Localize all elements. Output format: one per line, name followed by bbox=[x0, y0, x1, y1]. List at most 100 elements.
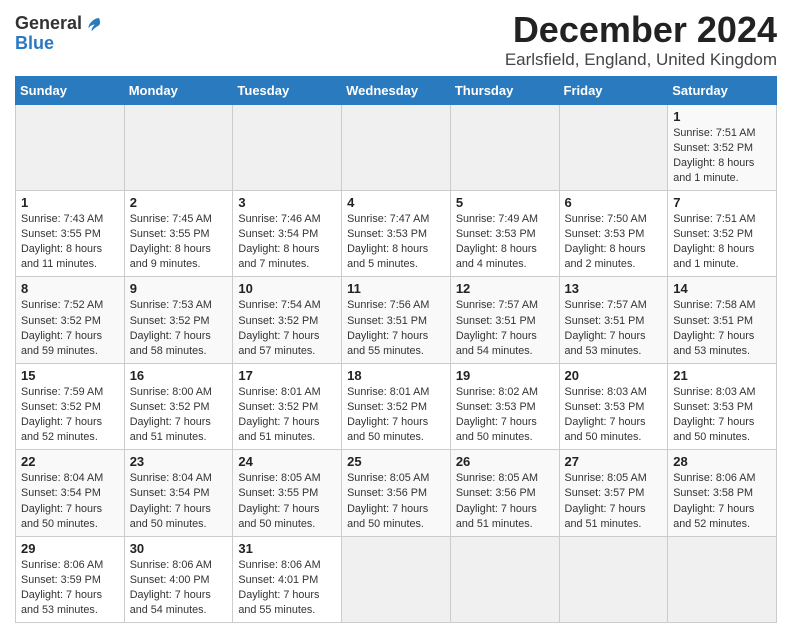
day-info: Sunrise: 8:04 AMSunset: 3:54 PMDaylight:… bbox=[21, 471, 119, 531]
day-info: Sunrise: 8:06 AMSunset: 4:00 PMDaylight:… bbox=[130, 558, 228, 618]
day-number: 8 bbox=[21, 281, 119, 296]
day-number: 1 bbox=[21, 195, 119, 210]
day-number: 1 bbox=[673, 109, 771, 124]
day-number: 11 bbox=[347, 281, 445, 296]
calendar-day-cell: 8 Sunrise: 7:52 AMSunset: 3:52 PMDaylight… bbox=[16, 277, 125, 363]
calendar-day-cell bbox=[450, 104, 559, 190]
calendar-day-cell: 25 Sunrise: 8:05 AMSunset: 3:56 PMDayligh… bbox=[342, 450, 451, 536]
day-number: 14 bbox=[673, 281, 771, 296]
title-area: December 2024 Earlsfield, England, Unite… bbox=[505, 10, 777, 70]
page-subtitle: Earlsfield, England, United Kingdom bbox=[505, 50, 777, 70]
calendar-day-cell: 29Sunrise: 8:06 AMSunset: 3:59 PMDayligh… bbox=[16, 536, 125, 622]
calendar-header-saturday: Saturday bbox=[668, 76, 777, 104]
calendar-day-cell bbox=[342, 536, 451, 622]
calendar-header-tuesday: Tuesday bbox=[233, 76, 342, 104]
day-number: 2 bbox=[130, 195, 228, 210]
header: General Blue December 2024 Earlsfield, E… bbox=[15, 10, 777, 70]
calendar-day-cell: 3Sunrise: 7:46 AMSunset: 3:54 PMDaylight… bbox=[233, 191, 342, 277]
day-number: 7 bbox=[673, 195, 771, 210]
calendar-day-cell: 1 Sunrise: 7:43 AMSunset: 3:55 PMDaylight… bbox=[16, 191, 125, 277]
calendar-header-wednesday: Wednesday bbox=[342, 76, 451, 104]
day-number: 6 bbox=[565, 195, 663, 210]
logo: General Blue bbox=[15, 14, 102, 54]
day-number: 17 bbox=[238, 368, 336, 383]
calendar-day-cell: 6 Sunrise: 7:50 AMSunset: 3:53 PMDaylight… bbox=[559, 191, 668, 277]
calendar-day-cell: 4Sunrise: 7:47 AMSunset: 3:53 PMDaylight… bbox=[342, 191, 451, 277]
day-number: 13 bbox=[565, 281, 663, 296]
calendar-week-row: 1 Sunrise: 7:43 AMSunset: 3:55 PMDaylight… bbox=[16, 191, 777, 277]
calendar-day-cell: 2 Sunrise: 7:45 AMSunset: 3:55 PMDaylight… bbox=[124, 191, 233, 277]
day-info: Sunrise: 7:53 AMSunset: 3:52 PMDaylight:… bbox=[130, 298, 228, 358]
calendar-day-cell: 13 Sunrise: 7:57 AMSunset: 3:51 PMDayligh… bbox=[559, 277, 668, 363]
calendar-day-cell: 5Sunrise: 7:49 AMSunset: 3:53 PMDaylight… bbox=[450, 191, 559, 277]
calendar-header-friday: Friday bbox=[559, 76, 668, 104]
calendar-day-cell: 21Sunrise: 8:03 AMSunset: 3:53 PMDayligh… bbox=[668, 363, 777, 449]
day-info: Sunrise: 8:06 AMSunset: 3:58 PMDaylight:… bbox=[673, 471, 771, 531]
day-number: 12 bbox=[456, 281, 554, 296]
day-info: Sunrise: 7:56 AMSunset: 3:51 PMDaylight:… bbox=[347, 298, 445, 358]
day-number: 27 bbox=[565, 454, 663, 469]
day-info: Sunrise: 8:05 AMSunset: 3:57 PMDaylight:… bbox=[565, 471, 663, 531]
day-number: 28 bbox=[673, 454, 771, 469]
day-info: Sunrise: 7:58 AMSunset: 3:51 PMDaylight:… bbox=[673, 298, 771, 358]
calendar-header-row: SundayMondayTuesdayWednesdayThursdayFrid… bbox=[16, 76, 777, 104]
day-number: 5 bbox=[456, 195, 554, 210]
day-info: Sunrise: 7:51 AMSunset: 3:52 PMDaylight:… bbox=[673, 212, 771, 272]
calendar-day-cell bbox=[233, 104, 342, 190]
calendar-day-cell: 31Sunrise: 8:06 AMSunset: 4:01 PMDayligh… bbox=[233, 536, 342, 622]
day-info: Sunrise: 7:57 AMSunset: 3:51 PMDaylight:… bbox=[456, 298, 554, 358]
calendar-day-cell bbox=[559, 536, 668, 622]
day-info: Sunrise: 8:03 AMSunset: 3:53 PMDaylight:… bbox=[673, 385, 771, 445]
logo-blue-text: Blue bbox=[15, 34, 54, 54]
calendar-day-cell: 27 Sunrise: 8:05 AMSunset: 3:57 PMDayligh… bbox=[559, 450, 668, 536]
calendar-day-cell: 11 Sunrise: 7:56 AMSunset: 3:51 PMDayligh… bbox=[342, 277, 451, 363]
day-number: 9 bbox=[130, 281, 228, 296]
day-number: 31 bbox=[238, 541, 336, 556]
day-number: 4 bbox=[347, 195, 445, 210]
calendar-week-row: 8 Sunrise: 7:52 AMSunset: 3:52 PMDaylight… bbox=[16, 277, 777, 363]
day-info: Sunrise: 8:01 AMSunset: 3:52 PMDaylight:… bbox=[347, 385, 445, 445]
day-info: Sunrise: 8:00 AMSunset: 3:52 PMDaylight:… bbox=[130, 385, 228, 445]
day-info: Sunrise: 7:50 AMSunset: 3:53 PMDaylight:… bbox=[565, 212, 663, 272]
day-info: Sunrise: 8:05 AMSunset: 3:56 PMDaylight:… bbox=[347, 471, 445, 531]
calendar-day-cell: 14 Sunrise: 7:58 AMSunset: 3:51 PMDayligh… bbox=[668, 277, 777, 363]
day-number: 20 bbox=[565, 368, 663, 383]
calendar-week-row: 29Sunrise: 8:06 AMSunset: 3:59 PMDayligh… bbox=[16, 536, 777, 622]
calendar-week-row: 22Sunrise: 8:04 AMSunset: 3:54 PMDayligh… bbox=[16, 450, 777, 536]
calendar-day-cell bbox=[124, 104, 233, 190]
day-info: Sunrise: 7:45 AMSunset: 3:55 PMDaylight:… bbox=[130, 212, 228, 272]
calendar-week-row: 1Sunrise: 7:51 AMSunset: 3:52 PMDaylight… bbox=[16, 104, 777, 190]
day-number: 25 bbox=[347, 454, 445, 469]
day-info: Sunrise: 7:43 AMSunset: 3:55 PMDaylight:… bbox=[21, 212, 119, 272]
day-info: Sunrise: 8:05 AMSunset: 3:56 PMDaylight:… bbox=[456, 471, 554, 531]
calendar-day-cell bbox=[559, 104, 668, 190]
day-info: Sunrise: 7:57 AMSunset: 3:51 PMDaylight:… bbox=[565, 298, 663, 358]
day-number: 18 bbox=[347, 368, 445, 383]
calendar-day-cell: 9 Sunrise: 7:53 AMSunset: 3:52 PMDaylight… bbox=[124, 277, 233, 363]
calendar-day-cell: 23Sunrise: 8:04 AMSunset: 3:54 PMDayligh… bbox=[124, 450, 233, 536]
day-info: Sunrise: 8:01 AMSunset: 3:52 PMDaylight:… bbox=[238, 385, 336, 445]
calendar-day-cell: 24Sunrise: 8:05 AMSunset: 3:55 PMDayligh… bbox=[233, 450, 342, 536]
calendar-header-thursday: Thursday bbox=[450, 76, 559, 104]
calendar-day-cell: 19Sunrise: 8:02 AMSunset: 3:53 PMDayligh… bbox=[450, 363, 559, 449]
day-info: Sunrise: 8:03 AMSunset: 3:53 PMDaylight:… bbox=[565, 385, 663, 445]
calendar-day-cell: 7 Sunrise: 7:51 AMSunset: 3:52 PMDaylight… bbox=[668, 191, 777, 277]
calendar-day-cell: 10Sunrise: 7:54 AMSunset: 3:52 PMDayligh… bbox=[233, 277, 342, 363]
calendar-header-monday: Monday bbox=[124, 76, 233, 104]
calendar-day-cell: 22Sunrise: 8:04 AMSunset: 3:54 PMDayligh… bbox=[16, 450, 125, 536]
day-info: Sunrise: 7:52 AMSunset: 3:52 PMDaylight:… bbox=[21, 298, 119, 358]
calendar-header-sunday: Sunday bbox=[16, 76, 125, 104]
calendar-day-cell bbox=[450, 536, 559, 622]
day-info: Sunrise: 7:46 AMSunset: 3:54 PMDaylight:… bbox=[238, 212, 336, 272]
day-number: 16 bbox=[130, 368, 228, 383]
page-title: December 2024 bbox=[505, 10, 777, 50]
calendar-day-cell: 26Sunrise: 8:05 AMSunset: 3:56 PMDayligh… bbox=[450, 450, 559, 536]
calendar-day-cell bbox=[342, 104, 451, 190]
calendar-day-cell bbox=[668, 536, 777, 622]
day-info: Sunrise: 8:02 AMSunset: 3:53 PMDaylight:… bbox=[456, 385, 554, 445]
calendar-table: SundayMondayTuesdayWednesdayThursdayFrid… bbox=[15, 76, 777, 624]
day-number: 24 bbox=[238, 454, 336, 469]
day-number: 30 bbox=[130, 541, 228, 556]
day-info: Sunrise: 8:04 AMSunset: 3:54 PMDaylight:… bbox=[130, 471, 228, 531]
calendar-day-cell bbox=[16, 104, 125, 190]
